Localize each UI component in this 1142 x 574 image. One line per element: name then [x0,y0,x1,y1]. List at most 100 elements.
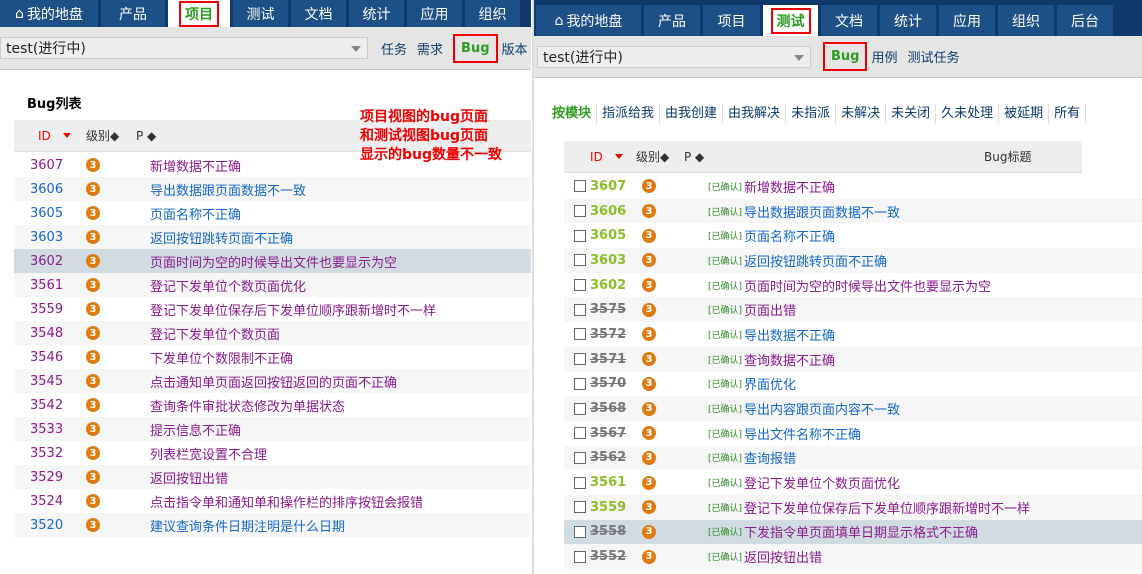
bug-id[interactable]: 3572 [590,327,626,342]
table-row[interactable]: 3558 3 [已确认] 下发指令单页面填单日期显示格式不正确 [564,519,1142,545]
bug-title[interactable]: 登记下发单位个数页面 [150,324,280,343]
bug-title[interactable]: 导出内容跟页面内容不一致 [744,399,900,418]
bug-title[interactable]: 导出数据跟页面数据不一致 [150,180,306,199]
bug-id[interactable]: 3606 [590,204,626,219]
row-checkbox[interactable] [574,451,586,464]
filter-tab[interactable]: 所有 [1049,104,1087,124]
nav-tab[interactable]: 项目 [703,5,760,36]
bug-id[interactable]: 3603 [590,253,626,268]
nav-tab[interactable]: ⌂ 我的地盘 [0,0,98,27]
filter-tab[interactable]: 未关闭 [886,104,937,124]
sort-priority[interactable]: P ◆ [136,129,156,143]
nav-tab[interactable]: 项目 [168,0,230,27]
bug-id[interactable]: 3602 [590,278,626,293]
bug-id[interactable]: 3575 [590,302,626,317]
nav-tab[interactable]: 后台 [1057,5,1113,36]
bug-title[interactable]: 点击通知单页面返回按钮返回的页面不正确 [150,372,397,391]
bug-title[interactable]: 提示信息不正确 [150,420,241,439]
bug-title[interactable]: 返回按钮出错 [744,547,822,566]
bug-id[interactable]: 3533 [14,422,86,437]
bug-title[interactable]: 点击指令单和通知单和操作栏的排序按钮会报错 [150,492,423,511]
table-row[interactable]: 3603 3 返回按钮跳转页面不正确 [14,225,531,249]
table-row[interactable]: 3603 3 [已确认] 返回按钮跳转页面不正确 [564,248,1142,273]
nav-tab[interactable]: 测试 [233,0,288,27]
bug-title[interactable]: 登记下发单位保存后下发单位顺序跟新增时不一样 [744,498,1030,517]
nav-tab[interactable]: 组织 [998,5,1054,36]
bug-title[interactable]: 登记下发单位个数页面优化 [744,473,900,492]
table-row[interactable]: 3572 3 [已确认] 导出数据不正确 [564,322,1142,347]
bug-title[interactable]: 返回按钮跳转页面不正确 [744,251,887,270]
bug-title[interactable]: 登记下发单位个数页面优化 [150,276,306,295]
table-row[interactable]: 3605 3 页面名称不正确 [14,201,531,225]
table-row[interactable]: 3575 3 [已确认] 页面出错 [564,297,1142,323]
bug-id[interactable]: 3532 [14,446,86,461]
row-checkbox[interactable] [574,254,586,267]
bug-id[interactable]: 3546 [14,350,86,365]
row-checkbox[interactable] [574,353,586,366]
bug-id[interactable]: 3559 [14,302,86,317]
nav-tab[interactable]: 产品 [644,5,700,36]
bug-title[interactable]: 建议查询条件日期注明是什么日期 [150,516,345,535]
table-row[interactable]: 3606 3 导出数据跟页面数据不一致 [14,177,531,201]
bug-id[interactable]: 3529 [14,470,86,485]
bug-title[interactable]: 页面时间为空的时候导出文件也要显示为空 [150,252,397,271]
bug-title[interactable]: 页面出错 [744,300,796,319]
table-row[interactable]: 3529 3 返回按钮出错 [14,465,531,489]
nav-tab[interactable]: 产品 [101,0,165,27]
row-checkbox[interactable] [574,427,586,440]
nav-tab[interactable]: 文档 [821,5,877,36]
sublink[interactable]: 测试任务 [908,47,960,66]
table-row[interactable]: 3545 3 点击通知单页面返回按钮返回的页面不正确 [14,369,531,393]
bug-id[interactable]: 3607 [14,158,86,173]
row-checkbox[interactable] [574,501,586,514]
bug-id[interactable]: 3603 [14,230,86,245]
table-row[interactable]: 3548 3 登记下发单位个数页面 [14,321,531,345]
bug-id[interactable]: 3558 [590,524,626,539]
bug-title[interactable]: 界面优化 [744,374,796,393]
bug-title[interactable]: 新增数据不正确 [744,177,835,196]
product-select[interactable]: test(进行中) [537,45,811,68]
bug-id[interactable]: 3605 [590,228,626,243]
table-row[interactable]: 3532 3 列表栏宽设置不合理 [14,441,531,465]
table-row[interactable]: 3524 3 点击指令单和通知单和操作栏的排序按钮会报错 [14,489,531,513]
table-row[interactable]: 3602 3 [已确认] 页面时间为空的时候导出文件也要显示为空 [564,273,1142,298]
sort-id[interactable]: ID [38,129,86,143]
bug-title[interactable]: 返回按钮出错 [150,468,228,487]
table-row[interactable]: 3602 3 页面时间为空的时候导出文件也要显示为空 [14,249,531,273]
bug-title[interactable]: 列表栏宽设置不合理 [150,444,267,463]
sublink[interactable]: Bug [823,42,868,71]
row-checkbox[interactable] [574,229,586,242]
sublink[interactable]: 用例 [871,47,897,66]
row-checkbox[interactable] [574,303,586,316]
bug-title[interactable]: 页面名称不正确 [150,204,241,223]
bug-id[interactable]: 3552 [590,549,626,564]
bug-title[interactable]: 登记下发单位保存后下发单位顺序跟新增时不一样 [150,300,436,319]
table-row[interactable]: 3559 3 登记下发单位保存后下发单位顺序跟新增时不一样 [14,297,531,321]
bug-id[interactable]: 3605 [14,206,86,221]
nav-tab[interactable]: 统计 [349,0,404,27]
nav-tab[interactable]: 应用 [939,5,995,36]
table-row[interactable]: 3607 3 [已确认] 新增数据不正确 [564,174,1142,199]
bug-title[interactable]: 导出文件名称不正确 [744,424,861,443]
nav-tab[interactable]: 文档 [291,0,346,27]
bug-title[interactable]: 页面名称不正确 [744,226,835,245]
sort-id[interactable]: ID [590,150,636,164]
filter-tab[interactable]: 未指派 [786,104,837,124]
sublink[interactable]: Bug [453,33,498,63]
table-row[interactable]: 3552 3 [已确认] 返回按钮出错 [564,544,1142,569]
row-checkbox[interactable] [574,402,586,415]
table-row[interactable]: 3606 3 [已确认] 导出数据跟页面数据不一致 [564,198,1142,224]
nav-tab[interactable]: 统计 [880,5,936,36]
bug-id[interactable]: 3548 [14,326,86,341]
bug-title[interactable]: 新增数据不正确 [150,156,241,175]
table-row[interactable]: 3542 3 查询条件审批状态修改为单据状态 [14,393,531,417]
bug-title[interactable]: 查询报错 [744,448,796,467]
filter-tab[interactable]: 按模块 [552,104,598,124]
row-checkbox[interactable] [574,279,586,292]
title-header[interactable]: Bug标题 [984,148,1031,165]
bug-title[interactable]: 查询数据不正确 [744,350,835,369]
filter-tab[interactable]: 久未处理 [936,104,1000,124]
filter-tab[interactable]: 由我创建 [660,104,724,124]
sort-severity[interactable]: 级别◆ [86,127,136,144]
sublink[interactable]: 版本 [502,39,528,58]
